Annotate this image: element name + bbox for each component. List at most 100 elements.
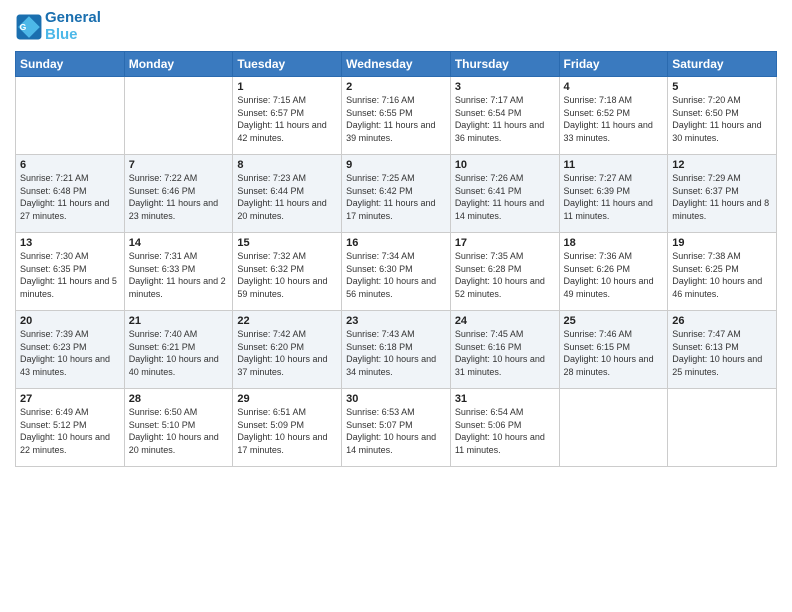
day-number: 28 [129, 393, 229, 405]
day-info: Sunrise: 7:16 AM Sunset: 6:55 PM Dayligh… [346, 94, 446, 144]
day-of-week-header: Thursday [450, 52, 559, 77]
day-info: Sunrise: 7:27 AM Sunset: 6:39 PM Dayligh… [564, 172, 664, 222]
day-info: Sunrise: 7:45 AM Sunset: 6:16 PM Dayligh… [455, 328, 555, 378]
day-number: 19 [672, 237, 772, 249]
day-info: Sunrise: 7:42 AM Sunset: 6:20 PM Dayligh… [237, 328, 337, 378]
day-number: 14 [129, 237, 229, 249]
day-number: 4 [564, 81, 664, 93]
calendar-cell: 12Sunrise: 7:29 AM Sunset: 6:37 PM Dayli… [668, 155, 777, 233]
calendar-cell: 28Sunrise: 6:50 AM Sunset: 5:10 PM Dayli… [124, 389, 233, 467]
day-number: 23 [346, 315, 446, 327]
calendar-cell: 1Sunrise: 7:15 AM Sunset: 6:57 PM Daylig… [233, 77, 342, 155]
day-of-week-header: Monday [124, 52, 233, 77]
calendar-cell: 26Sunrise: 7:47 AM Sunset: 6:13 PM Dayli… [668, 311, 777, 389]
day-info: Sunrise: 7:29 AM Sunset: 6:37 PM Dayligh… [672, 172, 772, 222]
day-info: Sunrise: 7:35 AM Sunset: 6:28 PM Dayligh… [455, 250, 555, 300]
day-number: 10 [455, 159, 555, 171]
day-of-week-header: Wednesday [342, 52, 451, 77]
calendar-cell: 7Sunrise: 7:22 AM Sunset: 6:46 PM Daylig… [124, 155, 233, 233]
day-number: 8 [237, 159, 337, 171]
day-number: 9 [346, 159, 446, 171]
day-info: Sunrise: 7:31 AM Sunset: 6:33 PM Dayligh… [129, 250, 229, 300]
day-info: Sunrise: 7:18 AM Sunset: 6:52 PM Dayligh… [564, 94, 664, 144]
calendar-cell: 4Sunrise: 7:18 AM Sunset: 6:52 PM Daylig… [559, 77, 668, 155]
calendar-cell: 16Sunrise: 7:34 AM Sunset: 6:30 PM Dayli… [342, 233, 451, 311]
day-info: Sunrise: 6:50 AM Sunset: 5:10 PM Dayligh… [129, 406, 229, 456]
calendar-cell: 31Sunrise: 6:54 AM Sunset: 5:06 PM Dayli… [450, 389, 559, 467]
day-info: Sunrise: 7:15 AM Sunset: 6:57 PM Dayligh… [237, 94, 337, 144]
calendar-cell: 15Sunrise: 7:32 AM Sunset: 6:32 PM Dayli… [233, 233, 342, 311]
calendar-week-row: 13Sunrise: 7:30 AM Sunset: 6:35 PM Dayli… [16, 233, 777, 311]
day-info: Sunrise: 7:17 AM Sunset: 6:54 PM Dayligh… [455, 94, 555, 144]
calendar-cell: 30Sunrise: 6:53 AM Sunset: 5:07 PM Dayli… [342, 389, 451, 467]
day-info: Sunrise: 7:23 AM Sunset: 6:44 PM Dayligh… [237, 172, 337, 222]
header: G General Blue [15, 10, 777, 43]
day-number: 26 [672, 315, 772, 327]
day-info: Sunrise: 7:20 AM Sunset: 6:50 PM Dayligh… [672, 94, 772, 144]
calendar-cell [559, 389, 668, 467]
calendar-page: G General Blue SundayMondayTuesdayWednes… [0, 0, 792, 612]
day-info: Sunrise: 7:43 AM Sunset: 6:18 PM Dayligh… [346, 328, 446, 378]
calendar-week-row: 20Sunrise: 7:39 AM Sunset: 6:23 PM Dayli… [16, 311, 777, 389]
calendar-cell [124, 77, 233, 155]
day-number: 1 [237, 81, 337, 93]
calendar-cell: 24Sunrise: 7:45 AM Sunset: 6:16 PM Dayli… [450, 311, 559, 389]
svg-text:G: G [20, 22, 27, 32]
day-info: Sunrise: 7:32 AM Sunset: 6:32 PM Dayligh… [237, 250, 337, 300]
calendar-week-row: 6Sunrise: 7:21 AM Sunset: 6:48 PM Daylig… [16, 155, 777, 233]
day-number: 5 [672, 81, 772, 93]
calendar-cell: 18Sunrise: 7:36 AM Sunset: 6:26 PM Dayli… [559, 233, 668, 311]
day-info: Sunrise: 7:22 AM Sunset: 6:46 PM Dayligh… [129, 172, 229, 222]
day-info: Sunrise: 7:25 AM Sunset: 6:42 PM Dayligh… [346, 172, 446, 222]
logo-text-line1: General [45, 10, 101, 27]
calendar-cell: 6Sunrise: 7:21 AM Sunset: 6:48 PM Daylig… [16, 155, 125, 233]
day-number: 24 [455, 315, 555, 327]
calendar-cell: 10Sunrise: 7:26 AM Sunset: 6:41 PM Dayli… [450, 155, 559, 233]
calendar-cell: 5Sunrise: 7:20 AM Sunset: 6:50 PM Daylig… [668, 77, 777, 155]
logo-icon: G [15, 13, 43, 41]
calendar-cell: 21Sunrise: 7:40 AM Sunset: 6:21 PM Dayli… [124, 311, 233, 389]
day-number: 3 [455, 81, 555, 93]
day-number: 7 [129, 159, 229, 171]
calendar-cell: 9Sunrise: 7:25 AM Sunset: 6:42 PM Daylig… [342, 155, 451, 233]
day-number: 22 [237, 315, 337, 327]
calendar-cell: 3Sunrise: 7:17 AM Sunset: 6:54 PM Daylig… [450, 77, 559, 155]
day-number: 20 [20, 315, 120, 327]
calendar-header-row: SundayMondayTuesdayWednesdayThursdayFrid… [16, 52, 777, 77]
logo: G General Blue [15, 10, 101, 43]
day-of-week-header: Friday [559, 52, 668, 77]
day-number: 11 [564, 159, 664, 171]
day-info: Sunrise: 6:51 AM Sunset: 5:09 PM Dayligh… [237, 406, 337, 456]
day-number: 17 [455, 237, 555, 249]
calendar-cell: 25Sunrise: 7:46 AM Sunset: 6:15 PM Dayli… [559, 311, 668, 389]
day-of-week-header: Tuesday [233, 52, 342, 77]
logo-text-line2: Blue [45, 27, 101, 44]
calendar-cell: 22Sunrise: 7:42 AM Sunset: 6:20 PM Dayli… [233, 311, 342, 389]
day-info: Sunrise: 7:40 AM Sunset: 6:21 PM Dayligh… [129, 328, 229, 378]
calendar-cell: 13Sunrise: 7:30 AM Sunset: 6:35 PM Dayli… [16, 233, 125, 311]
day-info: Sunrise: 7:47 AM Sunset: 6:13 PM Dayligh… [672, 328, 772, 378]
calendar-cell: 2Sunrise: 7:16 AM Sunset: 6:55 PM Daylig… [342, 77, 451, 155]
day-info: Sunrise: 7:21 AM Sunset: 6:48 PM Dayligh… [20, 172, 120, 222]
day-number: 21 [129, 315, 229, 327]
calendar-cell: 23Sunrise: 7:43 AM Sunset: 6:18 PM Dayli… [342, 311, 451, 389]
day-info: Sunrise: 6:49 AM Sunset: 5:12 PM Dayligh… [20, 406, 120, 456]
day-number: 16 [346, 237, 446, 249]
day-info: Sunrise: 7:46 AM Sunset: 6:15 PM Dayligh… [564, 328, 664, 378]
day-info: Sunrise: 7:26 AM Sunset: 6:41 PM Dayligh… [455, 172, 555, 222]
calendar-cell: 20Sunrise: 7:39 AM Sunset: 6:23 PM Dayli… [16, 311, 125, 389]
day-number: 31 [455, 393, 555, 405]
day-number: 29 [237, 393, 337, 405]
day-number: 2 [346, 81, 446, 93]
day-number: 25 [564, 315, 664, 327]
calendar-cell: 27Sunrise: 6:49 AM Sunset: 5:12 PM Dayli… [16, 389, 125, 467]
calendar-cell [668, 389, 777, 467]
calendar-cell: 8Sunrise: 7:23 AM Sunset: 6:44 PM Daylig… [233, 155, 342, 233]
calendar-cell: 29Sunrise: 6:51 AM Sunset: 5:09 PM Dayli… [233, 389, 342, 467]
calendar-week-row: 1Sunrise: 7:15 AM Sunset: 6:57 PM Daylig… [16, 77, 777, 155]
day-info: Sunrise: 7:34 AM Sunset: 6:30 PM Dayligh… [346, 250, 446, 300]
day-info: Sunrise: 7:39 AM Sunset: 6:23 PM Dayligh… [20, 328, 120, 378]
calendar-cell [16, 77, 125, 155]
calendar-week-row: 27Sunrise: 6:49 AM Sunset: 5:12 PM Dayli… [16, 389, 777, 467]
day-of-week-header: Sunday [16, 52, 125, 77]
